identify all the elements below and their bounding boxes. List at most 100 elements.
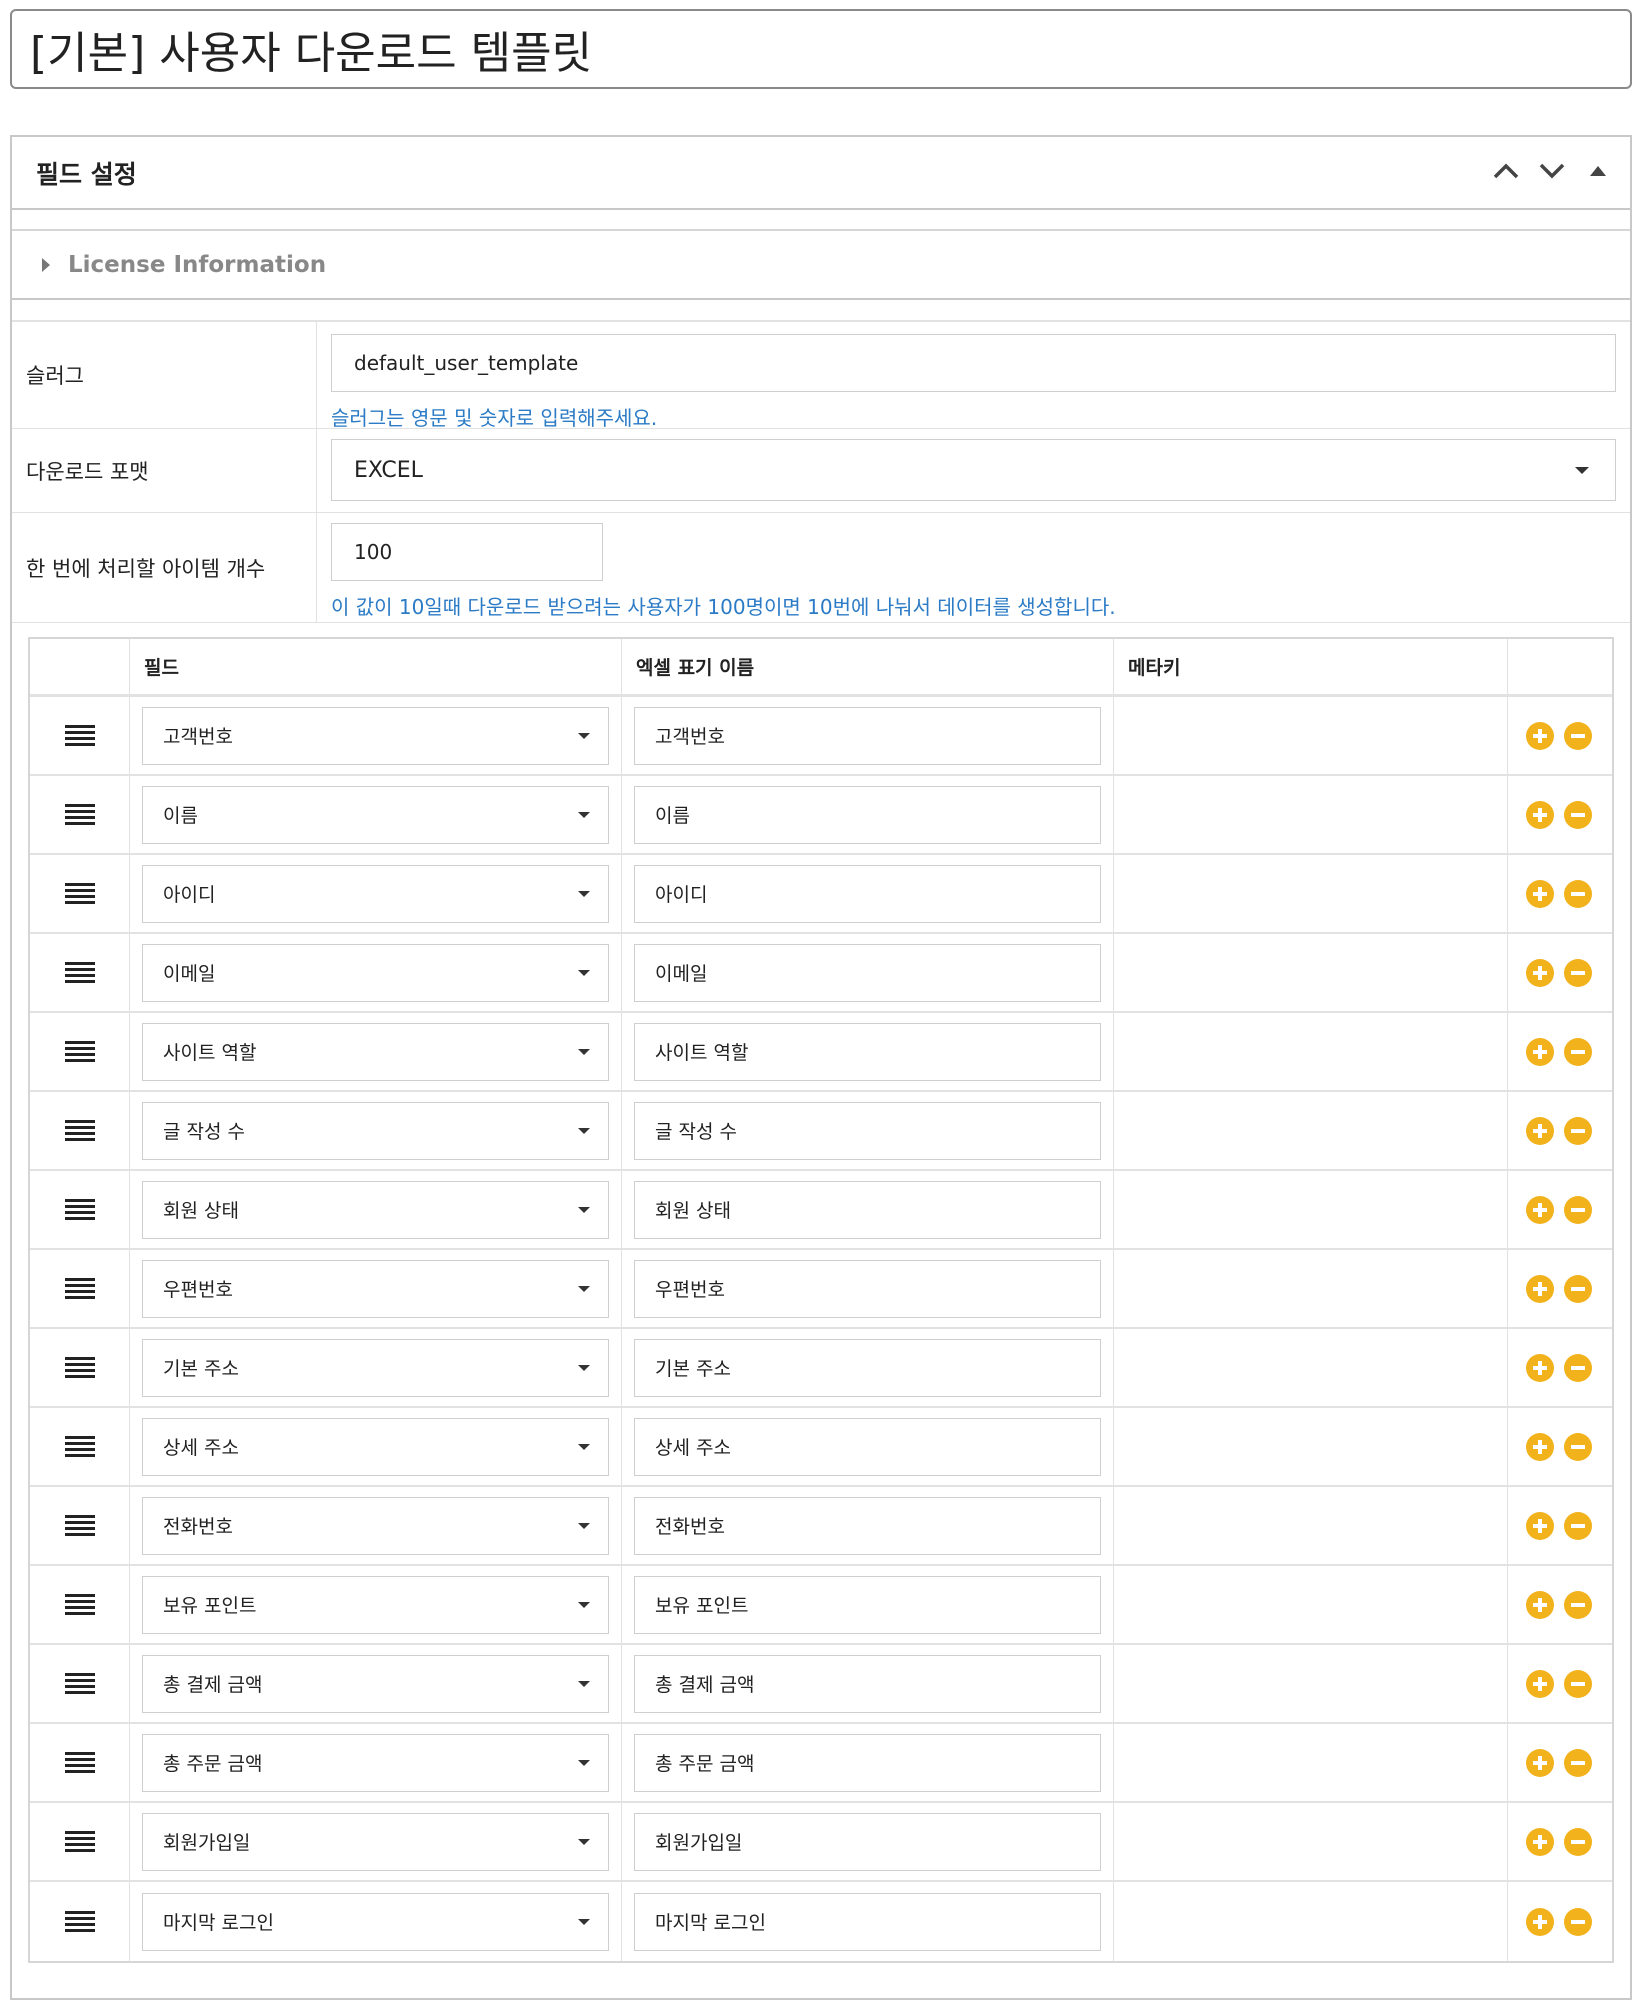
drag-handle[interactable] (30, 1013, 130, 1090)
drag-handle-icon (64, 1514, 95, 1537)
excel-name-input[interactable]: 회원 상태 (634, 1180, 1101, 1239)
license-information-toggle[interactable]: License Information (12, 229, 1630, 300)
add-row-button[interactable] (1526, 1195, 1554, 1224)
excel-name-input[interactable]: 이메일 (634, 943, 1101, 1002)
excel-name-input[interactable]: 상세 주소 (634, 1417, 1101, 1476)
add-row-button[interactable] (1526, 1669, 1554, 1698)
add-row-button[interactable] (1526, 1116, 1554, 1145)
field-select[interactable]: 사이트 역할 (142, 1022, 609, 1081)
field-select[interactable]: 이름 (142, 785, 609, 844)
add-row-button[interactable] (1526, 958, 1554, 987)
drag-handle[interactable] (30, 1803, 130, 1880)
excel-name-input[interactable]: 기본 주소 (634, 1338, 1101, 1397)
field-select[interactable]: 전화번호 (142, 1496, 609, 1555)
excel-name-input[interactable]: 회원가입일 (634, 1812, 1101, 1871)
meta-key-cell (1114, 1329, 1508, 1406)
excel-name-input[interactable]: 총 결제 금액 (634, 1654, 1101, 1713)
field-select[interactable]: 보유 포인트 (142, 1575, 609, 1634)
batch-size-label: 한 번에 처리할 아이템 개수 (12, 513, 317, 622)
excel-name-input[interactable]: 이름 (634, 785, 1101, 844)
remove-row-button[interactable] (1564, 1511, 1592, 1540)
excel-name-input[interactable]: 아이디 (634, 864, 1101, 923)
collapse-toggle-button[interactable] (1582, 155, 1614, 187)
add-row-button[interactable] (1526, 1511, 1554, 1540)
remove-row-button[interactable] (1564, 1195, 1592, 1224)
field-select[interactable]: 총 결제 금액 (142, 1654, 609, 1713)
add-row-button[interactable] (1526, 1748, 1554, 1777)
drag-handle[interactable] (30, 1250, 130, 1327)
drag-handle[interactable] (30, 697, 130, 774)
excel-name-input[interactable]: 보유 포인트 (634, 1575, 1101, 1634)
excel-name-input[interactable]: 사이트 역할 (634, 1022, 1101, 1081)
add-row-button[interactable] (1526, 1907, 1554, 1936)
drag-handle[interactable] (30, 934, 130, 1011)
field-select[interactable]: 회원가입일 (142, 1812, 609, 1871)
remove-row-button[interactable] (1564, 1669, 1592, 1698)
add-row-button[interactable] (1526, 1590, 1554, 1619)
remove-row-button[interactable] (1564, 1590, 1592, 1619)
excel-name-input[interactable]: 마지막 로그인 (634, 1892, 1101, 1951)
excel-name-input[interactable]: 글 작성 수 (634, 1101, 1101, 1160)
field-select[interactable]: 기본 주소 (142, 1338, 609, 1397)
format-select[interactable]: EXCEL (331, 439, 1616, 501)
add-row-button[interactable] (1526, 800, 1554, 829)
field-select[interactable]: 마지막 로그인 (142, 1892, 609, 1951)
drag-handle[interactable] (30, 1724, 130, 1801)
field-select[interactable]: 고객번호 (142, 706, 609, 765)
remove-row-button[interactable] (1564, 879, 1592, 908)
remove-row-button[interactable] (1564, 1353, 1592, 1382)
field-select[interactable]: 상세 주소 (142, 1417, 609, 1476)
dropdown-arrow-icon (578, 969, 590, 976)
drag-handle[interactable] (30, 776, 130, 853)
template-title-input[interactable]: [기본] 사용자 다운로드 템플릿 (10, 9, 1632, 89)
slug-value: default_user_template (354, 351, 579, 375)
batch-size-row: 한 번에 처리할 아이템 개수 100 이 값이 10일때 다운로드 받으려는 … (12, 513, 1630, 623)
field-select[interactable]: 이메일 (142, 943, 609, 1002)
meta-key-cell (1114, 1803, 1508, 1880)
field-select[interactable]: 아이디 (142, 864, 609, 923)
slug-input[interactable]: default_user_template (331, 334, 1616, 392)
field-select[interactable]: 우편번호 (142, 1259, 609, 1318)
remove-row-button[interactable] (1564, 1748, 1592, 1777)
field-select[interactable]: 회원 상태 (142, 1180, 609, 1239)
add-row-button[interactable] (1526, 879, 1554, 908)
minus-circle-icon (1571, 891, 1585, 896)
remove-row-button[interactable] (1564, 721, 1592, 750)
add-row-button[interactable] (1526, 1037, 1554, 1066)
excel-name-input[interactable]: 우편번호 (634, 1259, 1101, 1318)
drag-handle[interactable] (30, 1092, 130, 1169)
move-down-button[interactable] (1536, 155, 1568, 187)
drag-handle[interactable] (30, 1566, 130, 1643)
remove-row-button[interactable] (1564, 1827, 1592, 1856)
drag-handle-icon (64, 1119, 95, 1142)
add-row-button[interactable] (1526, 1274, 1554, 1303)
excel-name-input[interactable]: 고객번호 (634, 706, 1101, 765)
excel-name-cell: 이메일 (622, 934, 1114, 1011)
excel-name-input[interactable]: 총 주문 금액 (634, 1733, 1101, 1792)
move-up-button[interactable] (1490, 155, 1522, 187)
add-row-button[interactable] (1526, 721, 1554, 750)
field-select[interactable]: 총 주문 금액 (142, 1733, 609, 1792)
remove-row-button[interactable] (1564, 1432, 1592, 1461)
remove-row-button[interactable] (1564, 1037, 1592, 1066)
drag-handle[interactable] (30, 1487, 130, 1564)
remove-row-button[interactable] (1564, 1116, 1592, 1145)
add-row-button[interactable] (1526, 1827, 1554, 1856)
drag-handle[interactable] (30, 1329, 130, 1406)
add-row-button[interactable] (1526, 1432, 1554, 1461)
field-select[interactable]: 글 작성 수 (142, 1101, 609, 1160)
add-row-button[interactable] (1526, 1353, 1554, 1382)
remove-row-button[interactable] (1564, 958, 1592, 987)
drag-handle[interactable] (30, 1171, 130, 1248)
table-row: 고객번호 고객번호 (30, 697, 1612, 776)
remove-row-button[interactable] (1564, 1274, 1592, 1303)
remove-row-button[interactable] (1564, 1907, 1592, 1936)
drag-handle[interactable] (30, 1645, 130, 1722)
batch-size-input[interactable]: 100 (331, 523, 603, 581)
remove-row-button[interactable] (1564, 800, 1592, 829)
drag-handle[interactable] (30, 1882, 130, 1961)
meta-key-cell (1114, 855, 1508, 932)
drag-handle[interactable] (30, 855, 130, 932)
drag-handle[interactable] (30, 1408, 130, 1485)
excel-name-input[interactable]: 전화번호 (634, 1496, 1101, 1555)
